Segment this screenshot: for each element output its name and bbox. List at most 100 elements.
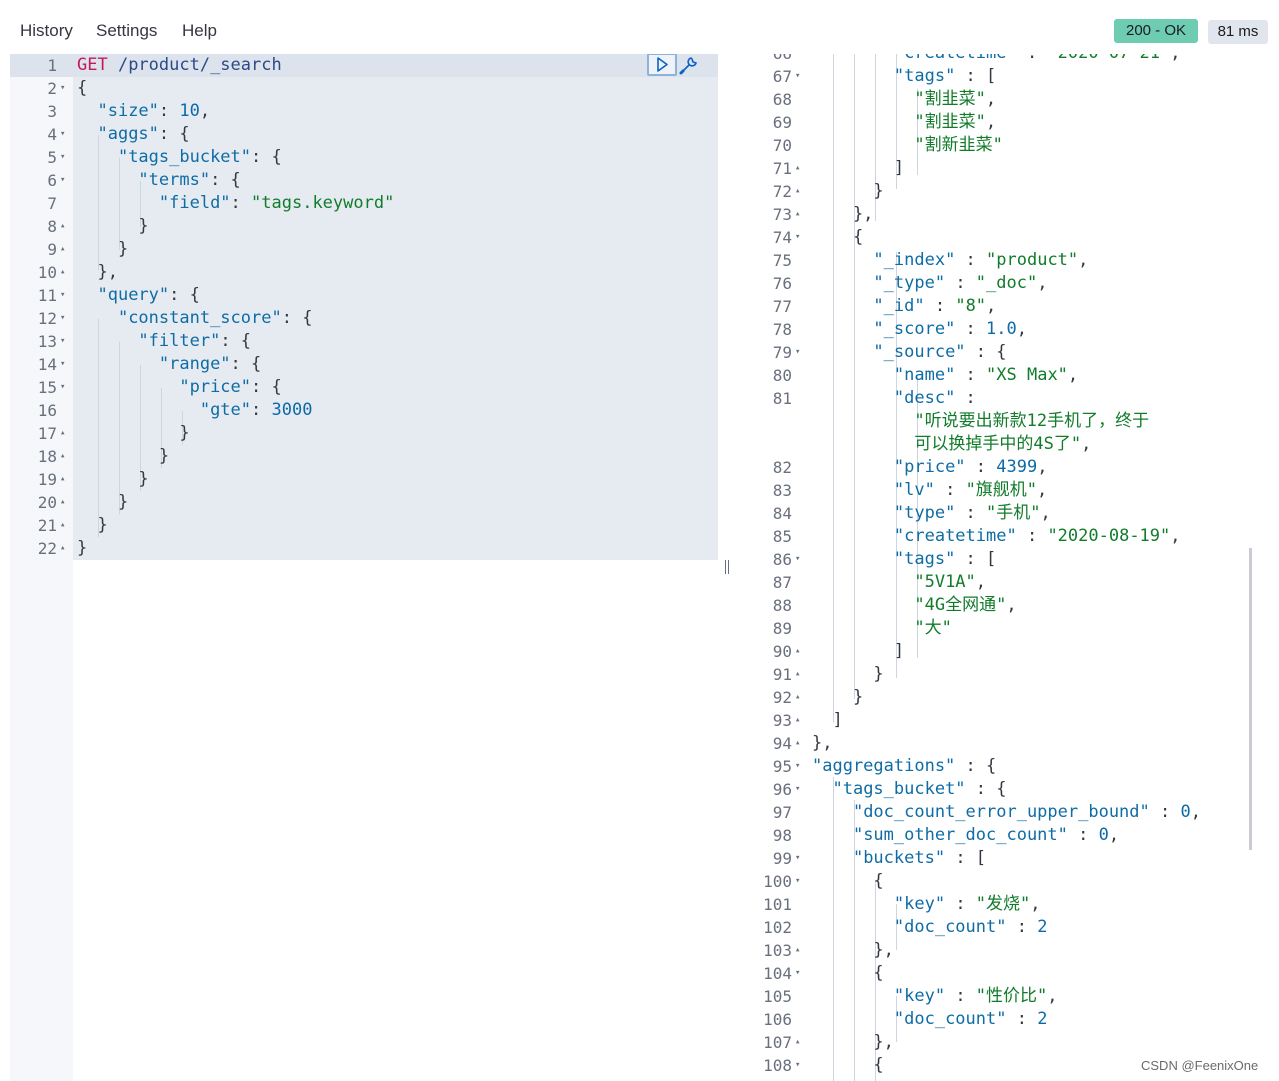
fold-arrow-up-icon[interactable]: ▴ — [795, 663, 800, 686]
fold-arrow-down-icon[interactable]: ▾ — [795, 870, 800, 893]
code-token: "4G全网通" — [914, 595, 1007, 615]
code-token: "割新韭菜" — [914, 135, 1003, 155]
menu-settings[interactable]: Settings — [96, 21, 157, 41]
fold-arrow-up-icon[interactable]: ▴ — [795, 203, 800, 226]
fold-arrow-down-icon[interactable]: ▾ — [795, 778, 800, 801]
code-line: 98 "sum_other_doc_count" : 0, — [736, 824, 1279, 847]
code-line: 107 ▴ }, — [736, 1031, 1279, 1054]
code-token: { — [77, 78, 88, 98]
code-token: : — [1067, 825, 1099, 845]
menu-help[interactable]: Help — [182, 21, 217, 41]
code-line: 100 ▾ { — [736, 870, 1279, 893]
fold-arrow-down-icon[interactable]: ▾ — [795, 341, 800, 364]
fold-arrow-up-icon[interactable]: ▴ — [60, 514, 65, 537]
code-text: "割韭菜", — [812, 88, 996, 111]
fold-arrow-up-icon[interactable]: ▴ — [60, 445, 65, 468]
fold-arrow-up-icon[interactable]: ▴ — [60, 468, 65, 491]
fold-arrow-down-icon[interactable]: ▾ — [60, 77, 65, 100]
response-scrollbar[interactable] — [1249, 548, 1252, 850]
send-request-button[interactable] — [647, 54, 677, 76]
code-line: 1 GET /product/_search — [10, 54, 718, 77]
response-viewer[interactable]: 66 "createtime" : "2020-07-21",67▾ "tags… — [736, 54, 1279, 1081]
line-number: 20 — [37, 493, 57, 512]
line-number: 4 — [47, 125, 57, 144]
fold-arrow-down-icon[interactable]: ▾ — [795, 1054, 800, 1077]
fold-arrow-up-icon[interactable]: ▴ — [795, 157, 800, 180]
code-line: 72 ▴ } — [736, 180, 1279, 203]
fold-arrow-up-icon[interactable]: ▴ — [795, 686, 800, 709]
code-token: "手机" — [986, 503, 1041, 523]
code-line: 可以换掉手中的4S了", — [736, 433, 1279, 456]
code-text: "大" — [812, 617, 951, 640]
fold-arrow-up-icon[interactable]: ▴ — [795, 640, 800, 663]
fold-arrow-down-icon[interactable]: ▾ — [60, 123, 65, 146]
fold-arrow-down-icon[interactable]: ▾ — [795, 847, 800, 870]
code-token: "5V1A" — [914, 572, 976, 592]
code-line: 105 "key" : "性价比", — [736, 985, 1279, 1008]
code-line: 95 ▾ "aggregations" : { — [736, 755, 1279, 778]
fold-arrow-up-icon[interactable]: ▴ — [795, 939, 800, 962]
fold-arrow-up-icon[interactable]: ▴ — [795, 732, 800, 755]
code-token: "type" — [893, 503, 956, 523]
fold-arrow-down-icon[interactable]: ▾ — [60, 353, 65, 376]
code-text: "_id" : "8", — [812, 295, 996, 318]
code-token: : { — [281, 308, 313, 328]
code-token: 可以换掉手中的4S了" — [914, 434, 1082, 454]
code-line: 85 "createtime" : "2020-08-19", — [736, 525, 1279, 548]
fold-arrow-down-icon[interactable]: ▾ — [795, 755, 800, 778]
code-text: ] — [812, 157, 904, 180]
code-line: 90 ▴ ] — [736, 640, 1279, 663]
code-token: "product" — [986, 250, 1079, 270]
code-text: "doc_count_error_upper_bound" : 0, — [812, 801, 1201, 824]
code-text: { — [812, 1054, 883, 1077]
line-number: 9 — [47, 240, 57, 259]
code-token: , — [1078, 250, 1089, 270]
code-token: "createtime" — [893, 526, 1017, 546]
code-line: 17 ▴ } — [10, 422, 718, 445]
fold-arrow-up-icon[interactable]: ▴ — [60, 537, 65, 560]
fold-arrow-up-icon[interactable]: ▴ — [60, 491, 65, 514]
fold-arrow-down-icon[interactable]: ▾ — [60, 146, 65, 169]
fold-arrow-down-icon[interactable]: ▾ — [795, 962, 800, 985]
fold-arrow-down-icon[interactable]: ▾ — [795, 548, 800, 571]
fold-arrow-up-icon[interactable]: ▴ — [60, 238, 65, 261]
fold-arrow-up-icon[interactable]: ▴ — [795, 1031, 800, 1054]
line-number: 67 — [772, 67, 792, 86]
code-line: 97 "doc_count_error_upper_bound" : 0, — [736, 801, 1279, 824]
code-token: 0 — [1098, 825, 1109, 845]
pane-resize-handle[interactable] — [718, 54, 736, 1081]
code-token: } — [812, 687, 864, 707]
code-token: , — [1047, 986, 1058, 1006]
fold-arrow-down-icon[interactable]: ▾ — [60, 307, 65, 330]
fold-arrow-down-icon[interactable]: ▾ — [795, 226, 800, 249]
code-token: "desc" — [893, 388, 956, 408]
fold-arrow-down-icon[interactable]: ▾ — [60, 284, 65, 307]
code-token: , — [1190, 802, 1201, 822]
fold-arrow-up-icon[interactable]: ▴ — [795, 709, 800, 732]
fold-arrow-up-icon[interactable]: ▴ — [795, 180, 800, 203]
fold-arrow-down-icon[interactable]: ▾ — [60, 330, 65, 353]
fold-arrow-up-icon[interactable]: ▴ — [60, 422, 65, 445]
code-token: 10 — [179, 101, 200, 121]
fold-arrow-down-icon[interactable]: ▾ — [795, 65, 800, 88]
fold-arrow-down-icon[interactable]: ▾ — [60, 376, 65, 399]
fold-arrow-up-icon[interactable]: ▴ — [60, 215, 65, 238]
code-line: 10 ▴ }, — [10, 261, 718, 284]
line-number: 11 — [37, 286, 57, 305]
fold-arrow-up-icon[interactable]: ▴ — [60, 261, 65, 284]
code-text: } — [77, 238, 128, 261]
menu-history[interactable]: History — [20, 21, 73, 41]
wrench-icon[interactable] — [678, 54, 700, 76]
request-editor[interactable]: 1 GET /product/_search 2 ▾{3 "size": 10, 4 ▾ … — [10, 54, 718, 1081]
fold-arrow-down-icon[interactable]: ▾ — [60, 169, 65, 192]
code-text: }, — [812, 732, 832, 755]
